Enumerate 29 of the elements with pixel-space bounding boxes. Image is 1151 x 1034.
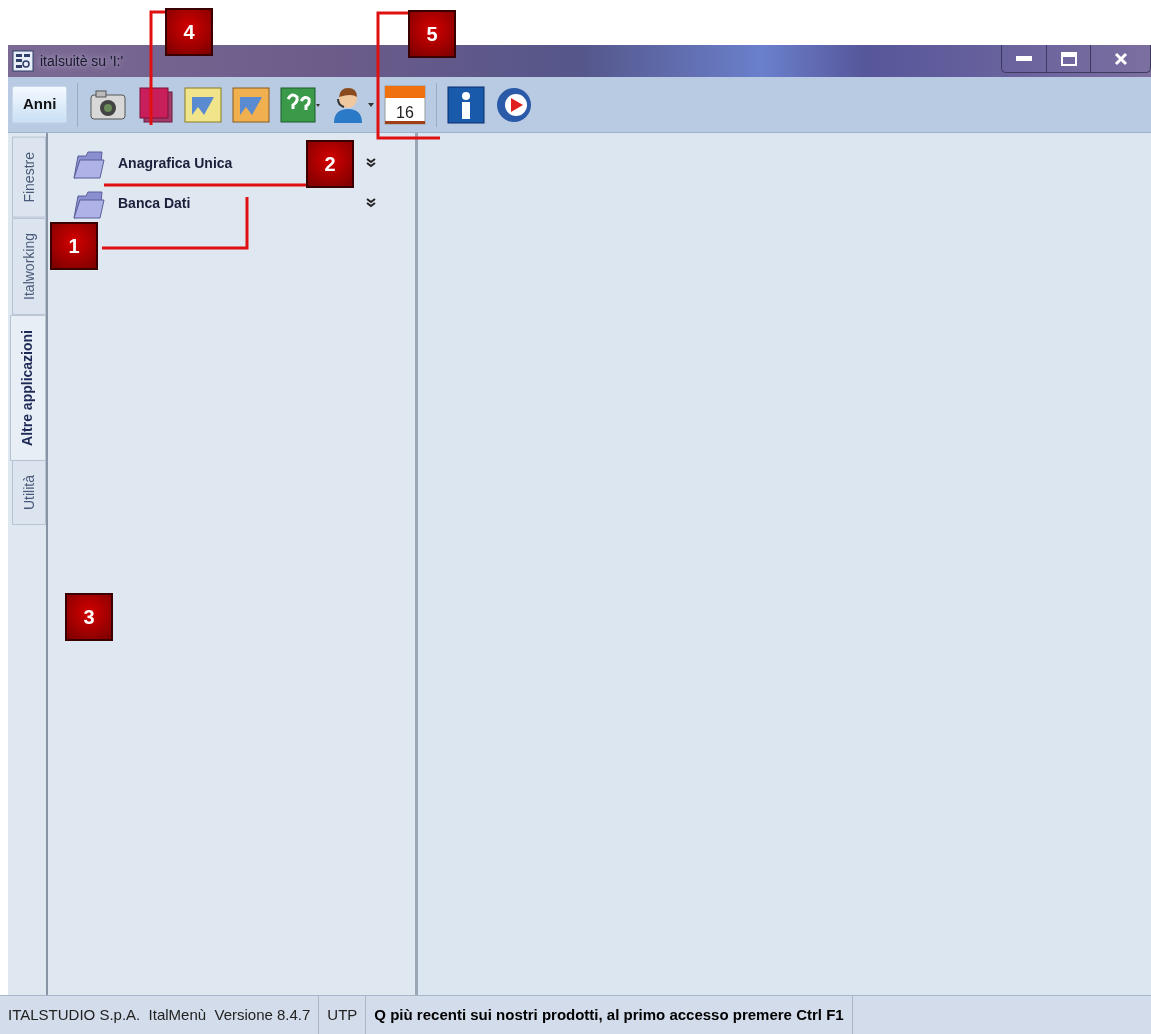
maximize-icon (1060, 51, 1077, 66)
window-title: italsuitè su 'I:' (40, 51, 124, 71)
calendar-icon[interactable]: 16 (384, 84, 427, 125)
help-icon[interactable] (280, 86, 321, 123)
callout-marker: 4 (165, 8, 213, 56)
callout-marker: 1 (50, 222, 98, 270)
info-icon[interactable] (447, 85, 486, 124)
app-icon (12, 50, 34, 72)
minimize-icon (1016, 55, 1032, 62)
image-icon[interactable] (184, 86, 223, 123)
calendar-day: 16 (396, 103, 415, 121)
callout-marker: 3 (65, 593, 113, 641)
status-message: Q più recenti sui nostri prodotti, al primo accesso premere Ctrl F1 (366, 996, 853, 1034)
side-tab[interactable]: Utilità (12, 460, 46, 526)
expand-chevron-icon[interactable] (366, 198, 376, 208)
callout-marker: 5 (408, 10, 456, 58)
close-icon (1113, 51, 1128, 66)
callout-marker: 2 (306, 140, 354, 188)
exit-icon[interactable] (495, 85, 534, 124)
expand-chevron-icon[interactable] (366, 158, 376, 168)
menu-item-label[interactable]: Anagrafica Unica (118, 152, 233, 174)
years-button[interactable]: Anni (12, 86, 68, 123)
user-code: UTP (319, 996, 367, 1034)
side-tab[interactable]: Italworking (12, 217, 46, 315)
book-icon[interactable] (138, 85, 175, 124)
side-tab[interactable]: Altre applicazioni (10, 314, 46, 461)
product-info: ITALSTUDIO S.p.A. ItalMenù Versione 8.4.7 (0, 996, 320, 1034)
side-tab[interactable]: Finestre (12, 137, 46, 218)
menu-item-label[interactable]: Banca Dati (118, 192, 191, 214)
